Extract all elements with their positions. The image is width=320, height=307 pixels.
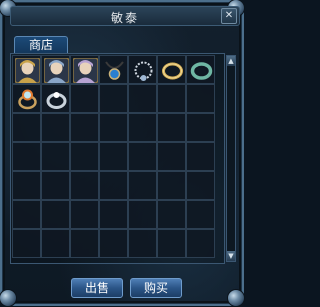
portrait-item-2[interactable] (41, 55, 70, 84)
grid-slot[interactable] (128, 229, 157, 258)
grid-slot[interactable] (128, 142, 157, 171)
grid-slot[interactable] (157, 84, 186, 113)
grid-slot[interactable] (99, 113, 128, 142)
grid-slot[interactable] (186, 229, 215, 258)
grid-slot[interactable] (12, 113, 41, 142)
corner-bolt-icon (227, 289, 245, 307)
jade-ring-item[interactable] (186, 55, 215, 84)
grid-slot[interactable] (70, 142, 99, 171)
grid-slot[interactable] (186, 142, 215, 171)
grid-slot[interactable] (99, 84, 128, 113)
grid-slot[interactable] (99, 200, 128, 229)
grid-slot[interactable] (41, 113, 70, 142)
corner-bolt-icon (0, 289, 17, 307)
necklace-icon (134, 61, 153, 81)
grid-slot[interactable] (12, 200, 41, 229)
tab-shop[interactable]: 商店 (14, 36, 68, 54)
grid-slot[interactable] (41, 229, 70, 258)
character-portrait-icon (44, 58, 69, 83)
grid-slot[interactable] (186, 84, 215, 113)
amulet-item[interactable] (99, 55, 128, 84)
grid-slot[interactable] (128, 84, 157, 113)
character-portrait-icon (73, 58, 98, 83)
title-bar[interactable]: 敏泰 ✕ (10, 6, 240, 26)
sell-button[interactable]: 出售 (71, 278, 123, 298)
grid-slot[interactable] (12, 171, 41, 200)
close-icon: ✕ (224, 10, 234, 21)
grid-slot[interactable] (99, 171, 128, 200)
grid-slot[interactable] (128, 200, 157, 229)
grid-slot[interactable] (157, 113, 186, 142)
buy-button[interactable]: 购买 (130, 278, 182, 298)
necklace-item[interactable] (128, 55, 157, 84)
grid-slot[interactable] (70, 229, 99, 258)
grid-slot[interactable] (157, 171, 186, 200)
grid-slot[interactable] (41, 142, 70, 171)
window-title: 敏泰 (110, 11, 139, 25)
grid-slot[interactable] (70, 200, 99, 229)
scroll-up-button[interactable]: ▲ (227, 56, 235, 66)
scroll-down-button[interactable]: ▼ (227, 251, 235, 261)
gold-ring-icon (162, 62, 183, 80)
grid-slot[interactable] (186, 200, 215, 229)
grid-slot[interactable] (157, 142, 186, 171)
amulet-icon (105, 61, 124, 80)
gem-ring-item[interactable] (12, 84, 41, 113)
silver-ring-item[interactable] (41, 84, 70, 113)
grid-slot[interactable] (70, 84, 99, 113)
shop-window: 敏泰 ✕ 商店 ▲ ▼ 出售 购买 (0, 0, 245, 307)
grid-slot[interactable] (70, 171, 99, 200)
portrait-item-3[interactable] (70, 55, 99, 84)
grid-slot[interactable] (186, 113, 215, 142)
grid-slot[interactable] (12, 142, 41, 171)
grid-slot[interactable] (157, 229, 186, 258)
item-grid (12, 55, 215, 258)
grid-slot[interactable] (70, 113, 99, 142)
gem-ring-icon (18, 89, 37, 110)
grid-slot[interactable] (128, 171, 157, 200)
grid-slot[interactable] (99, 142, 128, 171)
grid-slot[interactable] (41, 200, 70, 229)
silver-ring-icon (46, 92, 67, 109)
character-portrait-icon (15, 58, 40, 83)
grid-slot[interactable] (157, 200, 186, 229)
grid-slot[interactable] (41, 171, 70, 200)
grid-slot[interactable] (12, 229, 41, 258)
grid-slot[interactable] (99, 229, 128, 258)
close-button[interactable]: ✕ (221, 8, 237, 24)
scrollbar[interactable]: ▲ ▼ (226, 55, 236, 262)
jade-ring-icon (190, 62, 213, 80)
portrait-item-1[interactable] (12, 55, 41, 84)
grid-slot[interactable] (186, 171, 215, 200)
gold-ring-item[interactable] (157, 55, 186, 84)
grid-slot[interactable] (128, 113, 157, 142)
